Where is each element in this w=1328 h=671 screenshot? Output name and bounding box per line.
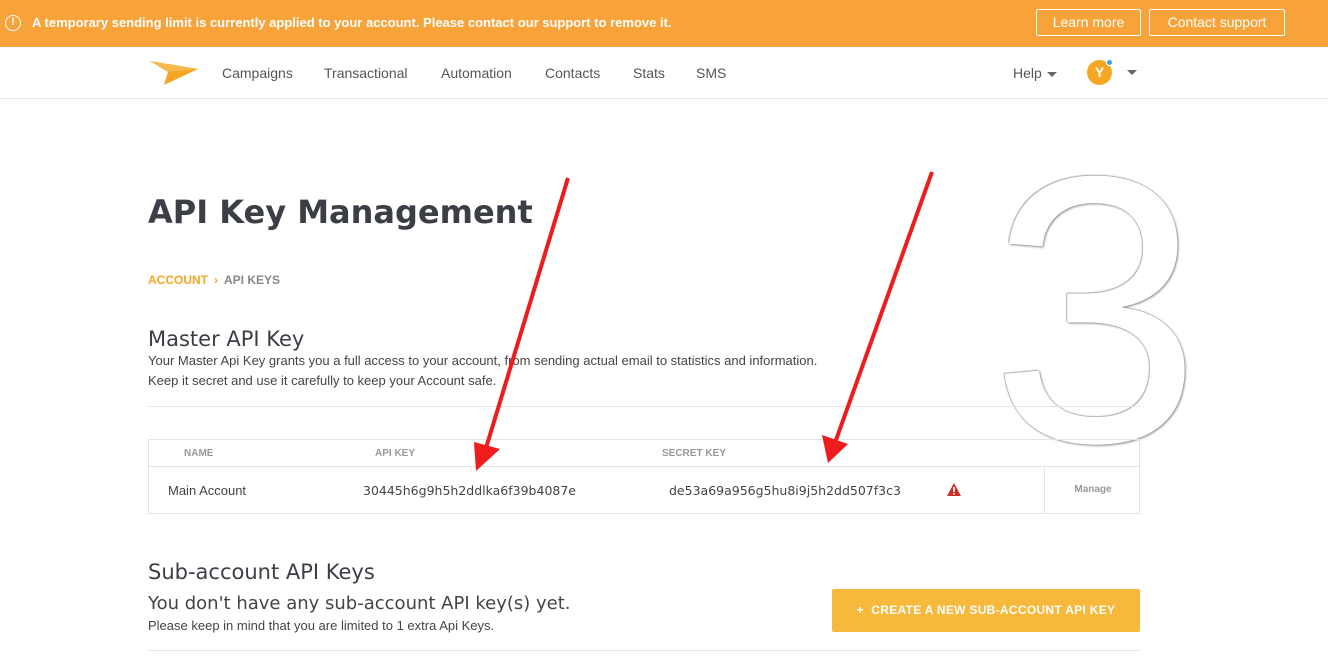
sub-account-limit-note: Please keep in mind that you are limited… [148,618,495,633]
nav-item-contacts[interactable]: Contacts [545,65,600,81]
learn-more-button[interactable]: Learn more [1036,9,1141,36]
top-nav: Campaigns Transactional Automation Conta… [0,47,1328,99]
arrow-to-secret-key-icon [822,171,934,463]
bottom-divider [148,650,1140,651]
help-menu[interactable]: Help [1013,65,1057,81]
manage-button[interactable]: Manage [1045,484,1141,495]
warning-triangle-icon[interactable] [947,483,961,496]
plus-icon: + [856,603,864,617]
breadcrumb-api-keys: API KEYS [224,273,281,287]
master-desc-line1: Your Master Api Key grants you a full ac… [148,353,818,368]
account-menu-chevron-icon[interactable] [1127,70,1137,75]
paper-plane-logo-icon[interactable] [150,59,198,85]
nav-item-transactional[interactable]: Transactional [324,65,408,81]
exclamation-circle-icon: ! [5,15,21,31]
notification-dot-icon [1106,59,1113,66]
breadcrumb: ACCOUNT › API KEYS [148,273,280,287]
help-label: Help [1013,65,1042,81]
nav-item-automation[interactable]: Automation [441,65,512,81]
master-desc-line2: Keep it secret and use it carefully to k… [148,373,497,388]
breadcrumb-account[interactable]: ACCOUNT [148,273,208,287]
banner-message: A temporary sending limit is currently a… [32,15,672,30]
section-divider [148,406,1140,407]
warning-banner: ! A temporary sending limit is currently… [0,0,1328,47]
create-sub-account-key-button[interactable]: + CREATE A NEW SUB-ACCOUNT API KEY [832,589,1140,632]
nav-item-campaigns[interactable]: Campaigns [222,65,293,81]
page-title: API Key Management [148,193,533,231]
chevron-right-icon: › [214,273,218,287]
master-api-key-title: Master API Key [148,327,305,351]
row-name: Main Account [168,483,247,498]
row-secret-key[interactable]: de53a69a956g5hu8i9j5h2dd507f3c3 [669,483,901,498]
row-api-key[interactable]: 30445h6g9h5h2ddlka6f39b4087e [363,483,576,498]
chevron-down-icon [1046,71,1057,77]
column-api-key: API KEY [375,448,416,459]
sub-account-title: Sub-account API Keys [148,560,375,584]
contact-support-button[interactable]: Contact support [1149,9,1285,36]
manage-cell: Manage [1044,467,1140,513]
nav-item-stats[interactable]: Stats [633,65,665,81]
table-header: NAME API KEY SECRET KEY [149,440,1139,467]
column-name: NAME [184,448,214,459]
master-api-key-table: NAME API KEY SECRET KEY Main Account 304… [148,439,1140,514]
sub-account-empty-message: You don't have any sub-account API key(s… [148,593,571,614]
nav-item-sms[interactable]: SMS [696,65,726,81]
column-secret-key: SECRET KEY [662,448,726,459]
create-button-label: CREATE A NEW SUB-ACCOUNT API KEY [871,603,1116,617]
